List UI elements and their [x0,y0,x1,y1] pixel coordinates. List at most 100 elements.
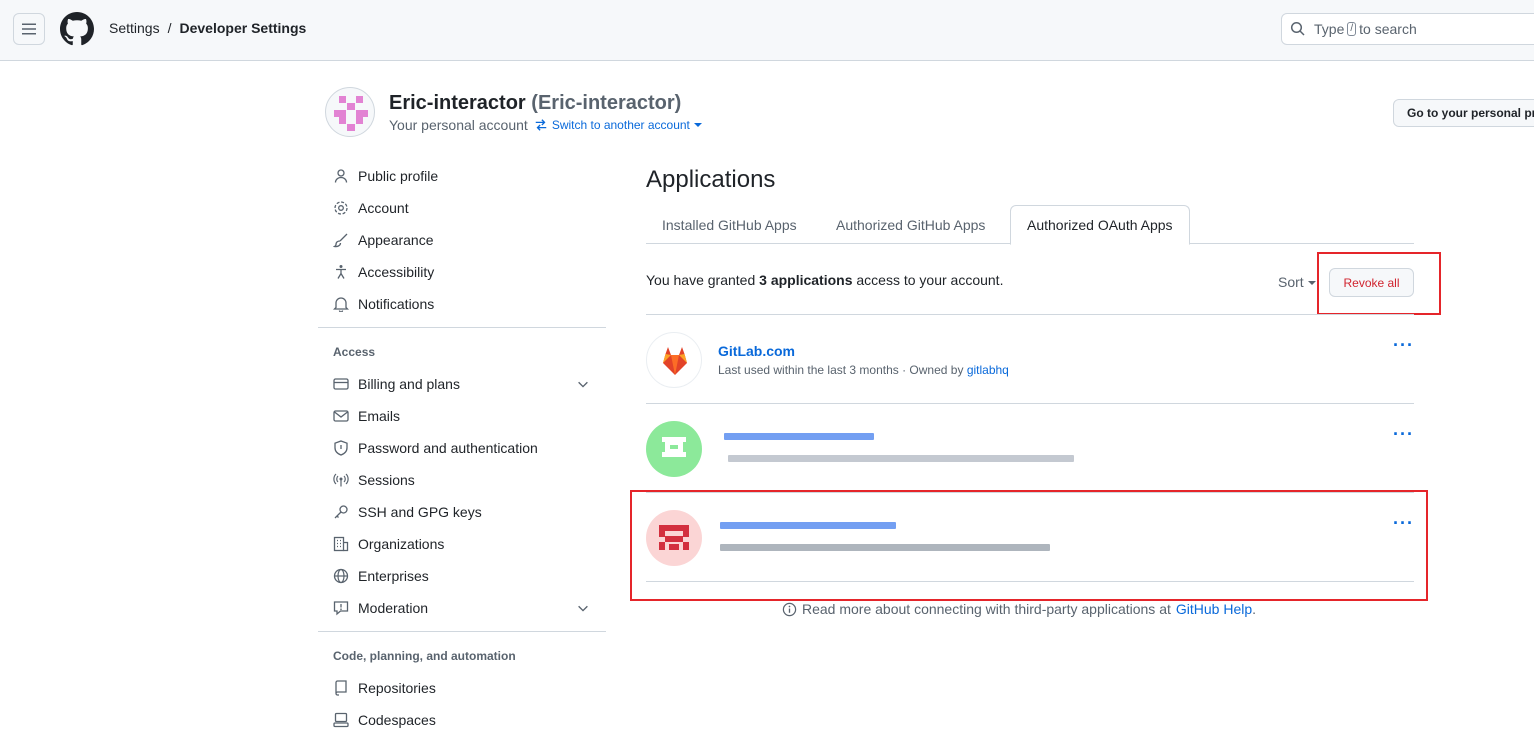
grant-prefix: You have granted [646,272,756,288]
search-icon [1290,21,1305,36]
caret-down-icon [1307,281,1316,285]
sidebar-item-public-profile[interactable]: Public profile [318,160,606,192]
arrow-switch-icon [535,119,547,131]
redacted-app-meta [728,455,1074,462]
sidebar-item-label: Repositories [358,680,436,696]
highlight-box-app [630,490,1428,601]
avatar[interactable] [325,87,375,137]
highlight-box-revoke [1317,252,1441,315]
tab-authorized-oauth-apps[interactable]: Authorized OAuth Apps [1010,205,1190,245]
repo-icon [333,680,349,696]
sidebar-item-ssh-gpg[interactable]: SSH and GPG keys [318,496,606,528]
sidebar-item-password-auth[interactable]: Password and authentication [318,432,606,464]
app-identicon-avatar[interactable] [646,421,702,477]
sidebar-item-label: SSH and GPG keys [358,504,482,520]
search-placeholder-prefix: Type [1314,21,1345,37]
chevron-down-icon[interactable] [576,601,590,615]
account-handle: (Eric-interactor) [531,92,682,114]
account-username[interactable]: Eric-interactor [389,92,526,114]
grant-count: 3 applications [759,272,853,288]
sidebar-item-repositories[interactable]: Repositories [318,672,606,704]
sidebar-item-label: Appearance [358,232,434,248]
redacted-app-name[interactable] [724,433,874,440]
sort-label: Sort [1278,274,1304,290]
breadcrumb-settings[interactable]: Settings [109,20,160,36]
sidebar-item-account[interactable]: Account [318,192,606,224]
sidebar-item-accessibility[interactable]: Accessibility [318,256,606,288]
sidebar-item-label: Password and authentication [358,440,538,456]
help-text: Read more about connecting with third-pa… [802,601,1171,617]
sort-dropdown[interactable]: Sort [1278,274,1316,290]
app-owner-link[interactable]: gitlabhq [967,363,1009,377]
top-bar: Settings / Developer Settings Type / to … [0,0,1534,61]
gitlab-logo-icon[interactable] [646,332,702,388]
account-name: Eric-interactor (Eric-interactor) [389,92,681,115]
shield-icon [333,440,349,456]
sidebar-heading-code: Code, planning, and automation [333,649,516,663]
breadcrumb-separator: / [167,20,172,36]
sidebar-heading-access: Access [333,345,376,359]
oauth-app-row: ··· [646,403,1414,492]
grant-suffix: access to your account. [856,272,1004,288]
codespaces-icon [333,712,349,728]
identicon-avatar [334,96,368,131]
gear-icon [333,200,349,216]
help-suffix: . [1252,601,1257,617]
info-icon [782,602,797,616]
sidebar-item-label: Public profile [358,168,439,184]
organization-icon [333,536,349,552]
sidebar-divider [318,631,606,632]
sidebar-item-label: Codespaces [358,712,436,728]
applications-tabs: Installed GitHub Apps Authorized GitHub … [646,205,1414,245]
sidebar-item-label: Accessibility [358,264,435,280]
person-icon [333,168,349,184]
sidebar-item-label: Billing and plans [358,376,460,392]
hamburger-icon [22,23,36,35]
app-name-link[interactable]: GitLab.com [718,343,795,359]
broadcast-icon [333,472,349,488]
tab-authorized-github-apps[interactable]: Authorized GitHub Apps [820,205,1001,244]
switch-account-button[interactable]: Switch to another account [534,118,702,132]
tab-installed-github-apps[interactable]: Installed GitHub Apps [646,205,813,244]
sidebar-item-billing[interactable]: Billing and plans [318,368,606,400]
search-placeholder-suffix: to search [1359,21,1417,37]
sidebar-divider [318,327,606,328]
breadcrumb: Settings / Developer Settings [109,20,306,36]
sidebar-item-sessions[interactable]: Sessions [318,464,606,496]
app-meta: Last used within the last 3 months · Own… [718,363,1009,377]
github-logo-icon[interactable] [60,12,94,46]
oauth-app-row: GitLab.com Last used within the last 3 m… [646,314,1414,403]
sidebar-item-label: Account [358,200,409,216]
kebab-menu-icon[interactable]: ··· [1393,335,1414,356]
sidebar-item-moderation[interactable]: Moderation [318,592,606,624]
mail-icon [333,408,349,424]
go-to-personal-profile-button[interactable]: Go to your personal pr [1393,99,1534,127]
credit-card-icon [333,376,349,392]
globe-icon [333,568,349,584]
account-subtitle-row: Your personal account Switch to another … [389,117,702,133]
granted-apps-summary: You have granted 3 applications access t… [646,272,1003,288]
kebab-menu-icon[interactable]: ··· [1393,424,1414,445]
report-icon [333,600,349,616]
bell-icon [333,296,349,312]
app-meta-text: Last used within the last 3 months · Own… [718,363,964,377]
sidebar-item-label: Sessions [358,472,415,488]
chevron-down-icon[interactable] [576,377,590,391]
sidebar-item-notifications[interactable]: Notifications [318,288,606,320]
switch-account-label: Switch to another account [551,118,690,132]
sidebar-item-label: Organizations [358,536,445,552]
help-note: Read more about connecting with third-pa… [782,601,1256,617]
sidebar-item-enterprises[interactable]: Enterprises [318,560,606,592]
menu-button[interactable] [13,13,45,45]
paintbrush-icon [333,232,349,248]
sidebar-item-organizations[interactable]: Organizations [318,528,606,560]
search-input[interactable]: Type / to search [1281,13,1534,45]
sidebar-item-codespaces[interactable]: Codespaces [318,704,606,732]
sidebar-item-appearance[interactable]: Appearance [318,224,606,256]
key-icon [333,504,349,520]
accessibility-icon [333,264,349,280]
sidebar-item-emails[interactable]: Emails [318,400,606,432]
sidebar-item-label: Enterprises [358,568,429,584]
github-help-link[interactable]: GitHub Help [1176,601,1252,617]
breadcrumb-developer-settings[interactable]: Developer Settings [179,20,306,36]
